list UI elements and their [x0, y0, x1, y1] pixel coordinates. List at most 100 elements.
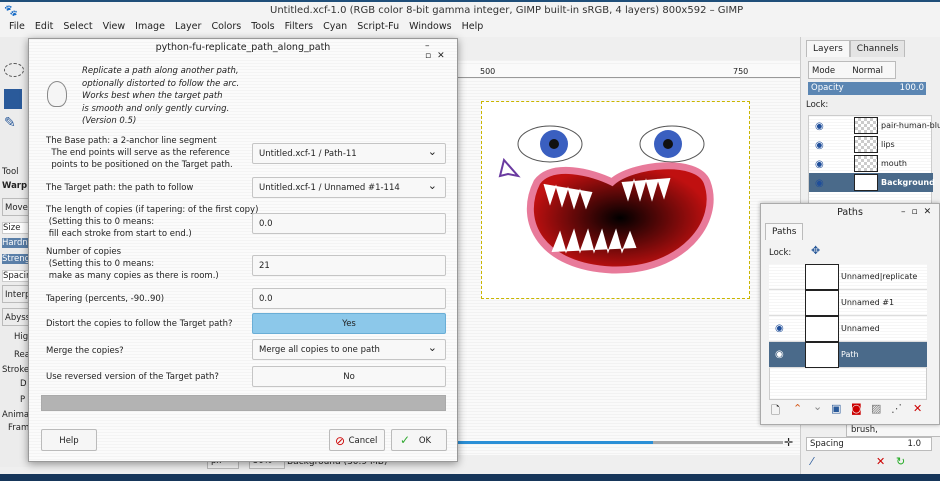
delete-icon[interactable]: ✕: [876, 455, 885, 468]
menu-help[interactable]: Help: [457, 18, 489, 37]
eye-icon[interactable]: ◉: [815, 121, 824, 132]
strength-slider[interactable]: Strengt: [2, 254, 29, 264]
paths-list-empty: [769, 368, 927, 400]
eye-icon[interactable]: ◉: [815, 159, 824, 170]
mode-label: Mode: [812, 66, 836, 76]
move-lock-icon[interactable]: ✥: [811, 244, 820, 257]
stroke-during-checkbox[interactable]: D: [2, 379, 29, 389]
path-row[interactable]: Unnamed #1: [769, 290, 927, 316]
path-row[interactable]: ◉ Unnamed: [769, 316, 927, 342]
horizontal-ruler: 500 750: [458, 66, 800, 78]
path-thumbnail: [805, 342, 839, 368]
text-tool-icon[interactable]: [4, 89, 22, 109]
tool-options-panel: Tool Warp T Move Size Hardne Strengt Spa…: [0, 165, 30, 455]
number-label: Number of copies (Setting this to 0 mean…: [46, 247, 219, 281]
menu-view[interactable]: View: [98, 18, 131, 37]
realtime-checkbox[interactable]: Rea: [2, 350, 29, 360]
layer-mode-select[interactable]: Mode Normal: [808, 61, 896, 79]
merge-select[interactable]: Merge all copies to one path: [252, 339, 446, 360]
stroke-periodic-checkbox[interactable]: P: [2, 395, 29, 405]
layer-row[interactable]: ◉ lips: [809, 135, 933, 154]
tool-options-tab[interactable]: Tool: [2, 167, 29, 177]
layer-row[interactable]: ◉ mouth: [809, 154, 933, 173]
menu-select[interactable]: Select: [58, 18, 97, 37]
menu-tools[interactable]: Tools: [246, 18, 279, 37]
path-row[interactable]: Unnamed|replicate: [769, 264, 927, 290]
horizontal-scrollbar[interactable]: [458, 441, 783, 444]
lower-path-icon[interactable]: ⌄: [813, 400, 822, 413]
tab-channels[interactable]: Channels: [849, 40, 906, 57]
window-controls[interactable]: –▫✕: [425, 41, 457, 61]
paths-dialog: Paths –▫✕ Paths Lock: ✥ Unnamed|replicat…: [760, 203, 940, 425]
brush-value: brush,: [851, 425, 878, 435]
opacity-label: Opacity: [811, 83, 844, 93]
stroke-path-icon[interactable]: ⋰: [891, 402, 902, 415]
ellipse-select-icon[interactable]: [4, 63, 24, 77]
length-label: The length of copies (if tapering: of th…: [46, 205, 259, 239]
abyss-select[interactable]: Abyss: [2, 308, 29, 326]
replicate-path-dialog: python-fu-replicate_path_along_path –▫✕ …: [28, 38, 458, 462]
interpolation-select[interactable]: Interp: [2, 285, 29, 303]
image-canvas[interactable]: [481, 101, 750, 299]
layer-row-selected[interactable]: ◉ Background: [809, 173, 935, 192]
eye-icon[interactable]: ◉: [815, 178, 824, 189]
distort-toggle[interactable]: Yes: [252, 313, 446, 334]
menu-file[interactable]: File: [4, 18, 30, 37]
target-path-select[interactable]: Untitled.xcf-1 / Unnamed #1-114: [252, 177, 446, 198]
menu-edit[interactable]: Edit: [30, 18, 58, 37]
dialog-title: python-fu-replicate_path_along_path: [155, 42, 331, 53]
duplicate-path-icon[interactable]: ▣: [831, 402, 841, 415]
warp-mode-select[interactable]: Move: [2, 198, 29, 216]
stroke-path-icon[interactable]: ⁄: [811, 455, 813, 468]
ok-button[interactable]: ✓ OK: [391, 429, 447, 451]
ok-label: OK: [418, 436, 432, 446]
menu-cyan[interactable]: Cyan: [318, 18, 352, 37]
dialog-description: Replicate a path along another path, opt…: [82, 66, 240, 126]
opacity-slider[interactable]: Opacity 100.0: [808, 82, 926, 95]
menu-windows[interactable]: Windows: [404, 18, 456, 37]
help-button[interactable]: Help: [41, 429, 97, 451]
color-picker-icon[interactable]: ✎: [4, 115, 24, 135]
layers-list: ◉ pair-human-blu ◉ lips ◉ mouth ◉ Background: [808, 115, 940, 215]
gimp-logo-icon: 🐾: [4, 4, 18, 17]
mode-value: Normal: [852, 66, 883, 76]
menu-layer[interactable]: Layer: [170, 18, 207, 37]
menu-colors[interactable]: Colors: [206, 18, 246, 37]
high-quality-checkbox[interactable]: Hig: [2, 332, 29, 342]
menu-script-fu[interactable]: Script-Fu: [352, 18, 404, 37]
number-of-copies-input[interactable]: 21: [252, 255, 446, 276]
eye-icon[interactable]: ◉: [815, 140, 824, 151]
target-path-label: The Target path: the path to follow: [46, 183, 194, 193]
spacing-slider[interactable]: Spacing: [2, 270, 29, 282]
tapering-label: Tapering (percents, -90..90): [46, 294, 165, 304]
layer-name: mouth: [881, 159, 907, 168]
path-name: Path: [841, 350, 859, 359]
refresh-icon[interactable]: ↻: [896, 455, 905, 468]
menu-filters[interactable]: Filters: [280, 18, 318, 37]
menu-image[interactable]: Image: [130, 18, 170, 37]
path-to-selection-icon[interactable]: ◙: [851, 402, 862, 415]
eye-icon[interactable]: ◉: [775, 349, 784, 360]
raise-path-icon[interactable]: ⌃: [793, 402, 802, 415]
frames-field[interactable]: Fram: [2, 423, 29, 433]
eye-icon[interactable]: ◉: [775, 323, 784, 334]
tab-layers[interactable]: Layers: [806, 40, 850, 57]
delete-path-icon[interactable]: ✕: [913, 402, 922, 415]
new-path-icon[interactable]: 🗋: [771, 402, 780, 421]
spacing-field[interactable]: Spacing 1.0: [806, 437, 932, 451]
length-input[interactable]: 0.0: [252, 213, 446, 234]
cancel-button[interactable]: ⊘ Cancel: [329, 429, 385, 451]
selection-to-path-icon[interactable]: ▨: [871, 402, 881, 415]
layer-row[interactable]: ◉ pair-human-blu: [809, 116, 940, 135]
window-controls[interactable]: –▫✕: [901, 207, 937, 217]
navigate-icon[interactable]: ✛: [784, 436, 793, 449]
path-row-selected[interactable]: ◉ Path: [769, 342, 927, 368]
reverse-toggle[interactable]: No: [252, 366, 446, 387]
hardness-slider[interactable]: Hardne: [2, 238, 29, 248]
tab-paths[interactable]: Paths: [765, 223, 804, 240]
opacity-value: 100.0: [899, 83, 924, 93]
tapering-input[interactable]: 0.0: [252, 288, 446, 309]
base-path-select[interactable]: Untitled.xcf-1 / Path-11: [252, 143, 446, 164]
size-slider[interactable]: Size: [2, 222, 29, 234]
taskbar: [0, 474, 940, 481]
